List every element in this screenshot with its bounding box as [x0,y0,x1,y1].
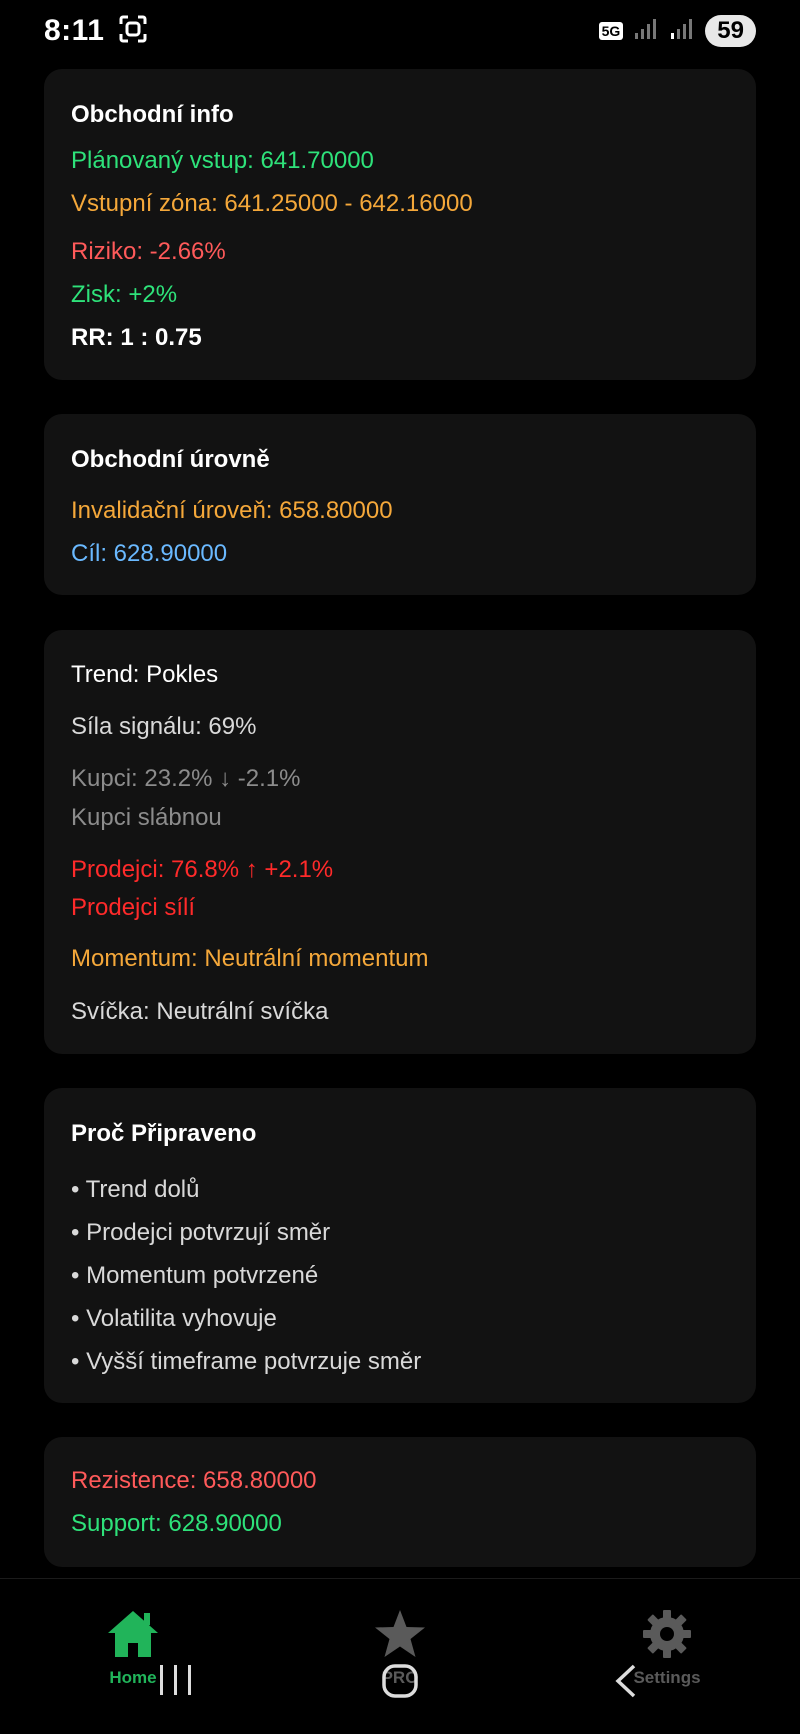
star-icon [371,1607,429,1666]
bottom-nav: Home PRO Settings [0,1578,800,1734]
resistance-value: Rezistence: 658.80000 [71,1467,317,1494]
trade-info-title: Obchodní info [71,101,234,128]
trade-info-card: Obchodní info Plánovaný vstup: 641.70000… [44,69,756,380]
momentum-value: Momentum: Neutrální momentum [71,945,429,972]
target-level: Cíl: 628.90000 [71,540,228,567]
recents-icon[interactable] [158,1663,194,1702]
signal-strength: Síla signálu: 69% [71,713,257,740]
back-icon[interactable] [612,1663,638,1704]
gear-icon [638,1607,696,1666]
signal-icon-2 [669,17,695,46]
candle-value: Svíčka: Neutrální svíčka [71,998,329,1025]
trade-levels-card: Obchodní úrovně Invalidační úroveň: 658.… [44,414,756,595]
trend-card: Trend: Pokles Síla signálu: 69% Kupci: 2… [44,630,756,1054]
trade-levels-title: Obchodní úrovně [71,446,270,473]
buyers-note: Kupci slábnou [71,804,222,831]
status-time: 8:11 [44,14,105,47]
invalidation-level: Invalidační úroveň: 658.80000 [71,497,393,524]
sellers-note: Prodejci sílí [71,894,196,921]
battery-indicator: 59 [705,15,756,47]
support-value: Support: 628.90000 [71,1510,282,1537]
buyers-value: Kupci: 23.2% ↓ -2.1% [71,765,301,792]
why-ready-title: Proč Připraveno [71,1120,257,1147]
planned-entry: Plánovaný vstup: 641.70000 [71,147,374,174]
sellers-value: Prodejci: 76.8% ↑ +2.1% [71,856,334,883]
rr-value: RR: 1 : 0.75 [71,324,202,351]
entry-zone: Vstupní zóna: 641.25000 - 642.16000 [71,190,473,217]
why-ready-card: Proč Připraveno • Trend dolů • Prodejci … [44,1088,756,1403]
list-item: • Prodejci potvrzují směr [71,1219,331,1246]
list-item: • Trend dolů [71,1176,200,1203]
home-icon [104,1607,162,1666]
support-resistance-card: Rezistence: 658.80000 Support: 628.90000 [44,1437,756,1567]
nav-settings-label: Settings [633,1668,701,1687]
list-item: • Vyšší timeframe potvrzuje směr [71,1348,422,1375]
trend-value: Trend: Pokles [71,661,219,688]
screenshot-icon [118,14,148,49]
profit-value: Zisk: +2% [71,281,178,308]
risk-value: Riziko: -2.66% [71,238,226,265]
list-item: • Volatilita vyhovuje [71,1305,277,1332]
network-type: 5G [598,22,624,40]
home-system-icon[interactable] [381,1663,419,1704]
signal-icon [633,17,659,46]
status-bar: 8:11 5G 59 [0,0,800,62]
nav-home-label: Home [109,1668,157,1687]
list-item: • Momentum potvrzené [71,1262,319,1289]
